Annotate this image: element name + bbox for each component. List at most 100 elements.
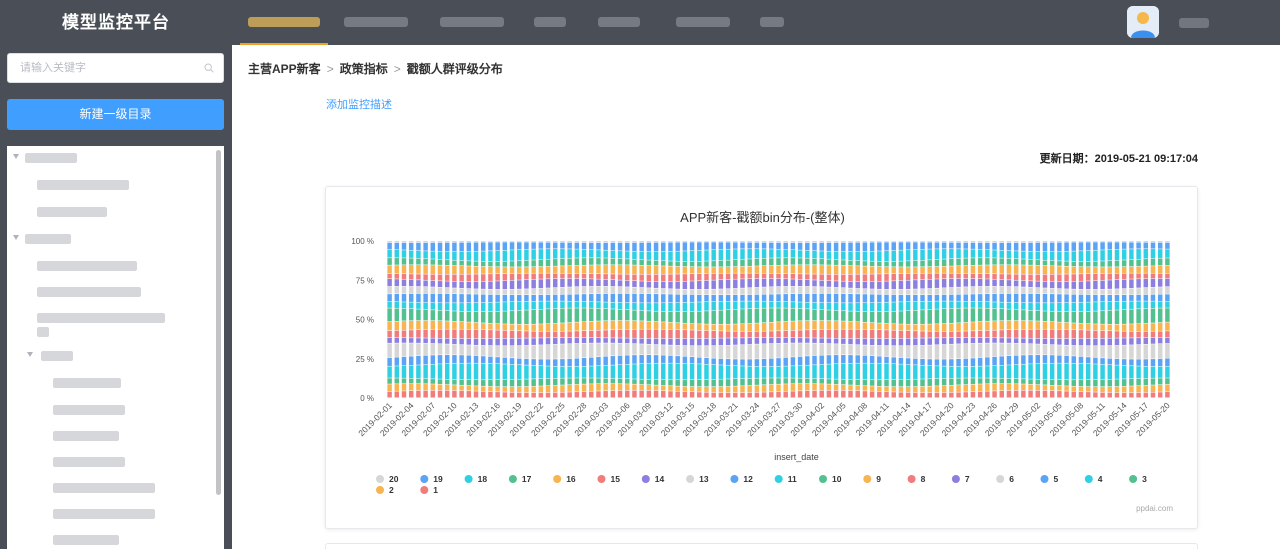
nav-tab-5[interactable] (590, 0, 648, 45)
nav-tab-7[interactable] (752, 0, 792, 45)
bar-segment (956, 385, 961, 392)
bar-segment (920, 310, 925, 324)
bar-segment (1006, 309, 1012, 321)
bar-segment (1121, 279, 1127, 289)
bar-segment (646, 321, 652, 329)
tree-node[interactable] (53, 430, 133, 442)
bar-segment (689, 241, 695, 242)
bar-segment (488, 241, 493, 242)
bar-segment (416, 258, 421, 265)
tree-node[interactable] (37, 326, 57, 338)
bar-segment (920, 241, 925, 242)
bar-segment (977, 308, 983, 322)
bar-segment (754, 392, 760, 398)
user-name[interactable] (1179, 18, 1209, 28)
bar-segment (999, 338, 1004, 343)
tree-node[interactable] (13, 152, 103, 164)
bar-segment (718, 324, 724, 331)
breadcrumb-item[interactable]: 主营APP新客 (248, 62, 321, 76)
bar-segment (509, 250, 515, 261)
bar-segment (898, 345, 904, 358)
nav-tab-4[interactable] (526, 0, 574, 45)
nav-tab-6[interactable] (668, 0, 738, 45)
tree-scrollbar[interactable] (216, 150, 221, 495)
bar-segment (1150, 242, 1156, 249)
bar-segment (884, 330, 889, 339)
bar-segment (1129, 273, 1134, 279)
bar-segment (1150, 249, 1156, 259)
bar-segment (956, 249, 961, 259)
bar-segment (653, 311, 659, 322)
bar-segment (567, 343, 572, 359)
bar-segment (1143, 359, 1149, 366)
bar-segment (869, 345, 875, 356)
tree-node[interactable] (37, 260, 147, 272)
bar-segment (913, 358, 918, 365)
bar-segment (927, 359, 932, 366)
bar-segment (1143, 266, 1149, 273)
bar-segment (639, 338, 644, 344)
bar-segment (905, 386, 911, 393)
bar-segment (1100, 324, 1105, 331)
breadcrumb-item[interactable]: 政策指标 (340, 62, 388, 76)
tree-node[interactable] (37, 206, 137, 218)
caret-down-icon (13, 154, 19, 159)
tree-node[interactable] (53, 508, 163, 520)
bar-segment (653, 242, 659, 252)
bar-segment (898, 267, 904, 274)
bar-segment (1071, 241, 1077, 242)
bar-segment (1049, 281, 1055, 289)
search-input[interactable] (8, 54, 188, 82)
bar-segment (934, 366, 940, 379)
add-monitor-description-link[interactable]: 添加监控描述 (326, 96, 392, 112)
tree-node[interactable] (37, 286, 147, 298)
bar-segment (444, 242, 450, 252)
bar-segment (444, 287, 450, 294)
tree-node[interactable] (37, 312, 177, 324)
bar-segment (819, 293, 824, 303)
tree-node[interactable] (53, 404, 133, 416)
tree-node[interactable] (53, 534, 133, 546)
bar-segment (769, 337, 774, 344)
tree-node[interactable] (53, 377, 133, 389)
bar-segment (488, 356, 493, 364)
legend-marker (376, 475, 384, 483)
bar-segment (480, 386, 486, 392)
tree-node[interactable] (37, 179, 137, 191)
tree-node[interactable] (13, 233, 103, 245)
bar-segment (401, 338, 407, 343)
tree-node[interactable] (53, 456, 133, 468)
bar-segment (970, 258, 976, 266)
bar-segment (812, 338, 817, 343)
bar-segment (603, 365, 608, 378)
bar-segment (941, 308, 947, 324)
bar-segment (769, 392, 774, 398)
new-root-directory-button[interactable]: 新建一级目录 (7, 99, 224, 130)
bar-segment (632, 274, 637, 281)
search-icon[interactable] (204, 63, 214, 73)
nav-tab-1[interactable] (240, 0, 328, 45)
nav-tab-2[interactable] (336, 0, 416, 45)
bar-segment (1078, 266, 1084, 274)
bar-segment (977, 301, 983, 308)
bar-segment (416, 320, 421, 330)
bar-segment (509, 379, 515, 387)
bar-segment (553, 249, 558, 259)
bar-segment (1042, 363, 1048, 380)
bar-segment (473, 363, 479, 380)
bar-segment (1114, 392, 1120, 398)
bar-segment (970, 294, 976, 302)
bar-segment (524, 331, 529, 338)
tree-node[interactable] (53, 482, 163, 494)
bar-segment (531, 359, 536, 366)
bar-segment (963, 241, 968, 243)
bar-segment (956, 359, 961, 367)
tree-node[interactable] (27, 350, 107, 362)
bar-segment (1093, 261, 1098, 267)
user-avatar[interactable] (1127, 6, 1159, 38)
bar-segment (869, 391, 875, 398)
bar-segment (783, 301, 788, 308)
bar-segment (697, 379, 702, 387)
bar-segment (1013, 242, 1019, 251)
nav-tab-3[interactable] (432, 0, 512, 45)
